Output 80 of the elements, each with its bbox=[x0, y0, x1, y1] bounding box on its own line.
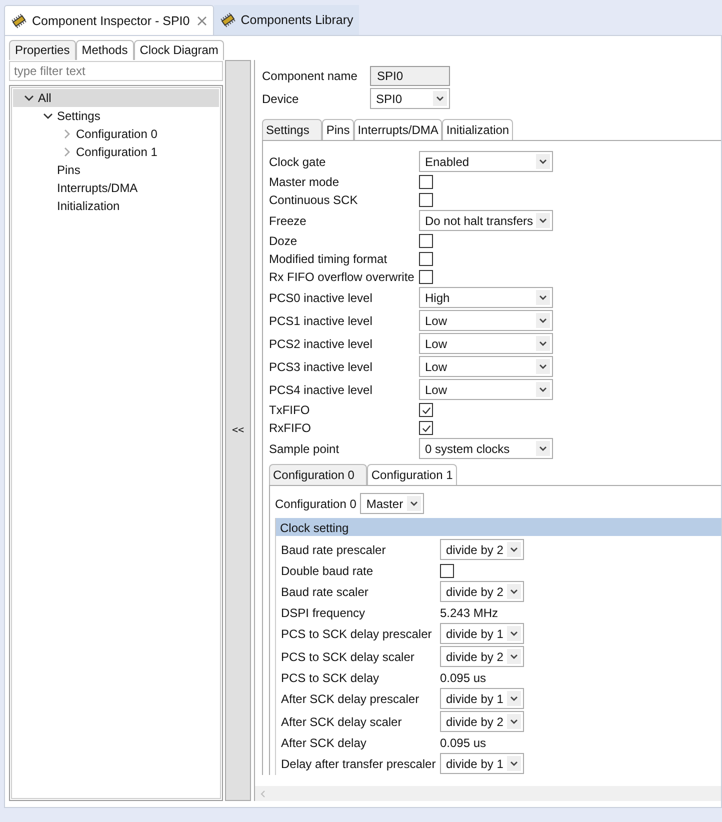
name-field[interactable]: SPI0 bbox=[370, 66, 450, 86]
setting-value: 5.243 MHz bbox=[440, 606, 498, 620]
setting-value: 0.095 us bbox=[440, 736, 486, 750]
setting-label: Master mode bbox=[269, 175, 340, 189]
view-tab[interactable]: Properties bbox=[9, 40, 76, 60]
group-header: Clock setting bbox=[276, 518, 721, 536]
settings-tab[interactable]: Pins bbox=[322, 119, 354, 140]
setting-label: Modified timing format bbox=[269, 252, 388, 266]
setting-dropdown[interactable]: Enabled bbox=[419, 151, 553, 172]
field-label: Component name bbox=[262, 68, 358, 82]
tree-item[interactable]: Configuration 1 bbox=[13, 143, 219, 161]
setting-label: After SCK delay scaler bbox=[281, 714, 403, 728]
setting-label: Rx FIFO overflow overwrite bbox=[269, 270, 416, 284]
checkbox[interactable] bbox=[419, 403, 433, 417]
settings-tab[interactable]: Interrupts/DMA bbox=[354, 119, 442, 140]
setting-label: PCS to SCK delay bbox=[281, 670, 380, 684]
checkbox[interactable] bbox=[419, 175, 433, 189]
setting-label: After SCK delay bbox=[281, 736, 368, 750]
settings-tab[interactable]: Settings bbox=[262, 119, 322, 140]
setting-dropdown[interactable]: Low bbox=[419, 310, 553, 331]
setting-dropdown[interactable]: divide by 2 bbox=[440, 711, 524, 732]
checkbox[interactable] bbox=[419, 193, 433, 207]
setting-label: PCS3 inactive level bbox=[269, 360, 374, 374]
setting-label: PCS to SCK delay prescaler bbox=[281, 626, 433, 640]
field-label: Configuration 0 bbox=[275, 496, 356, 510]
setting-label: Double baud rate bbox=[281, 564, 374, 578]
tree-item[interactable]: Settings bbox=[13, 107, 219, 125]
setting-dropdown[interactable]: High bbox=[419, 287, 553, 308]
setting-label: PCS0 inactive level bbox=[269, 290, 374, 304]
editor-tab[interactable]: Component Inspector - SPI0 bbox=[4, 5, 214, 35]
setting-dropdown[interactable]: divide by 2 bbox=[440, 539, 524, 560]
setting-label: Baud rate scaler bbox=[281, 584, 370, 598]
device-dropdown[interactable]: SPI0 bbox=[370, 88, 450, 109]
filter-field[interactable]: type filter text bbox=[9, 61, 223, 81]
setting-dropdown[interactable]: divide by 1 bbox=[440, 753, 524, 774]
setting-label: DSPI frequency bbox=[281, 606, 366, 620]
field-label: Device bbox=[262, 92, 300, 106]
view-tab[interactable]: Methods bbox=[76, 40, 134, 60]
close-icon[interactable] bbox=[196, 16, 207, 26]
setting-dropdown[interactable]: 0 system clocks bbox=[419, 438, 553, 459]
setting-label: After SCK delay prescaler bbox=[281, 692, 420, 706]
setting-value: 0.095 us bbox=[440, 670, 486, 684]
setting-dropdown[interactable]: divide by 1 bbox=[440, 688, 524, 709]
tree-item[interactable]: Pins bbox=[13, 161, 219, 179]
setting-label: PCS2 inactive level bbox=[269, 336, 374, 350]
checkbox[interactable] bbox=[419, 252, 433, 266]
setting-label: Continuous SCK bbox=[269, 193, 359, 207]
setting-label: Sample point bbox=[269, 442, 340, 456]
config-tab[interactable]: Configuration 1 bbox=[367, 464, 457, 485]
tree-item[interactable]: All bbox=[13, 89, 219, 107]
tree-item[interactable]: Configuration 0 bbox=[13, 125, 219, 143]
setting-label: Clock gate bbox=[269, 154, 327, 168]
setting-label: PCS4 inactive level bbox=[269, 382, 374, 396]
setting-dropdown[interactable]: Do not halt transfers bbox=[419, 210, 553, 231]
checkbox[interactable] bbox=[419, 421, 433, 435]
checkbox[interactable] bbox=[419, 234, 433, 248]
mode-dropdown[interactable]: Master bbox=[360, 493, 424, 514]
view-tab[interactable]: Clock Diagram bbox=[134, 40, 224, 60]
setting-label: Freeze bbox=[269, 214, 308, 228]
checkbox[interactable] bbox=[440, 564, 454, 578]
setting-label: RxFIFO bbox=[269, 421, 312, 435]
setting-dropdown[interactable]: divide by 1 bbox=[440, 623, 524, 644]
tree-item[interactable]: Interrupts/DMA bbox=[13, 179, 219, 197]
editor-tab[interactable]: Components Library bbox=[214, 5, 360, 35]
checkbox[interactable] bbox=[419, 270, 433, 284]
collapse-splitter[interactable]: << bbox=[225, 60, 251, 801]
setting-label: PCS to SCK delay scaler bbox=[281, 650, 416, 664]
settings-tab[interactable]: Initialization bbox=[442, 119, 514, 140]
setting-dropdown[interactable]: Low bbox=[419, 333, 553, 354]
config-tab[interactable]: Configuration 0 bbox=[269, 464, 368, 485]
setting-label: Doze bbox=[269, 234, 298, 248]
setting-dropdown[interactable]: Low bbox=[419, 356, 553, 377]
setting-dropdown[interactable]: divide by 2 bbox=[440, 581, 524, 602]
setting-label: PCS1 inactive level bbox=[269, 314, 374, 328]
setting-dropdown[interactable]: Low bbox=[419, 379, 553, 400]
setting-dropdown[interactable]: divide by 2 bbox=[440, 646, 524, 667]
setting-label: Delay after transfer prescaler bbox=[281, 756, 437, 770]
setting-label: Baud rate prescaler bbox=[281, 542, 387, 556]
tree-item[interactable]: Initialization bbox=[13, 197, 219, 215]
setting-label: TxFIFO bbox=[269, 403, 311, 417]
